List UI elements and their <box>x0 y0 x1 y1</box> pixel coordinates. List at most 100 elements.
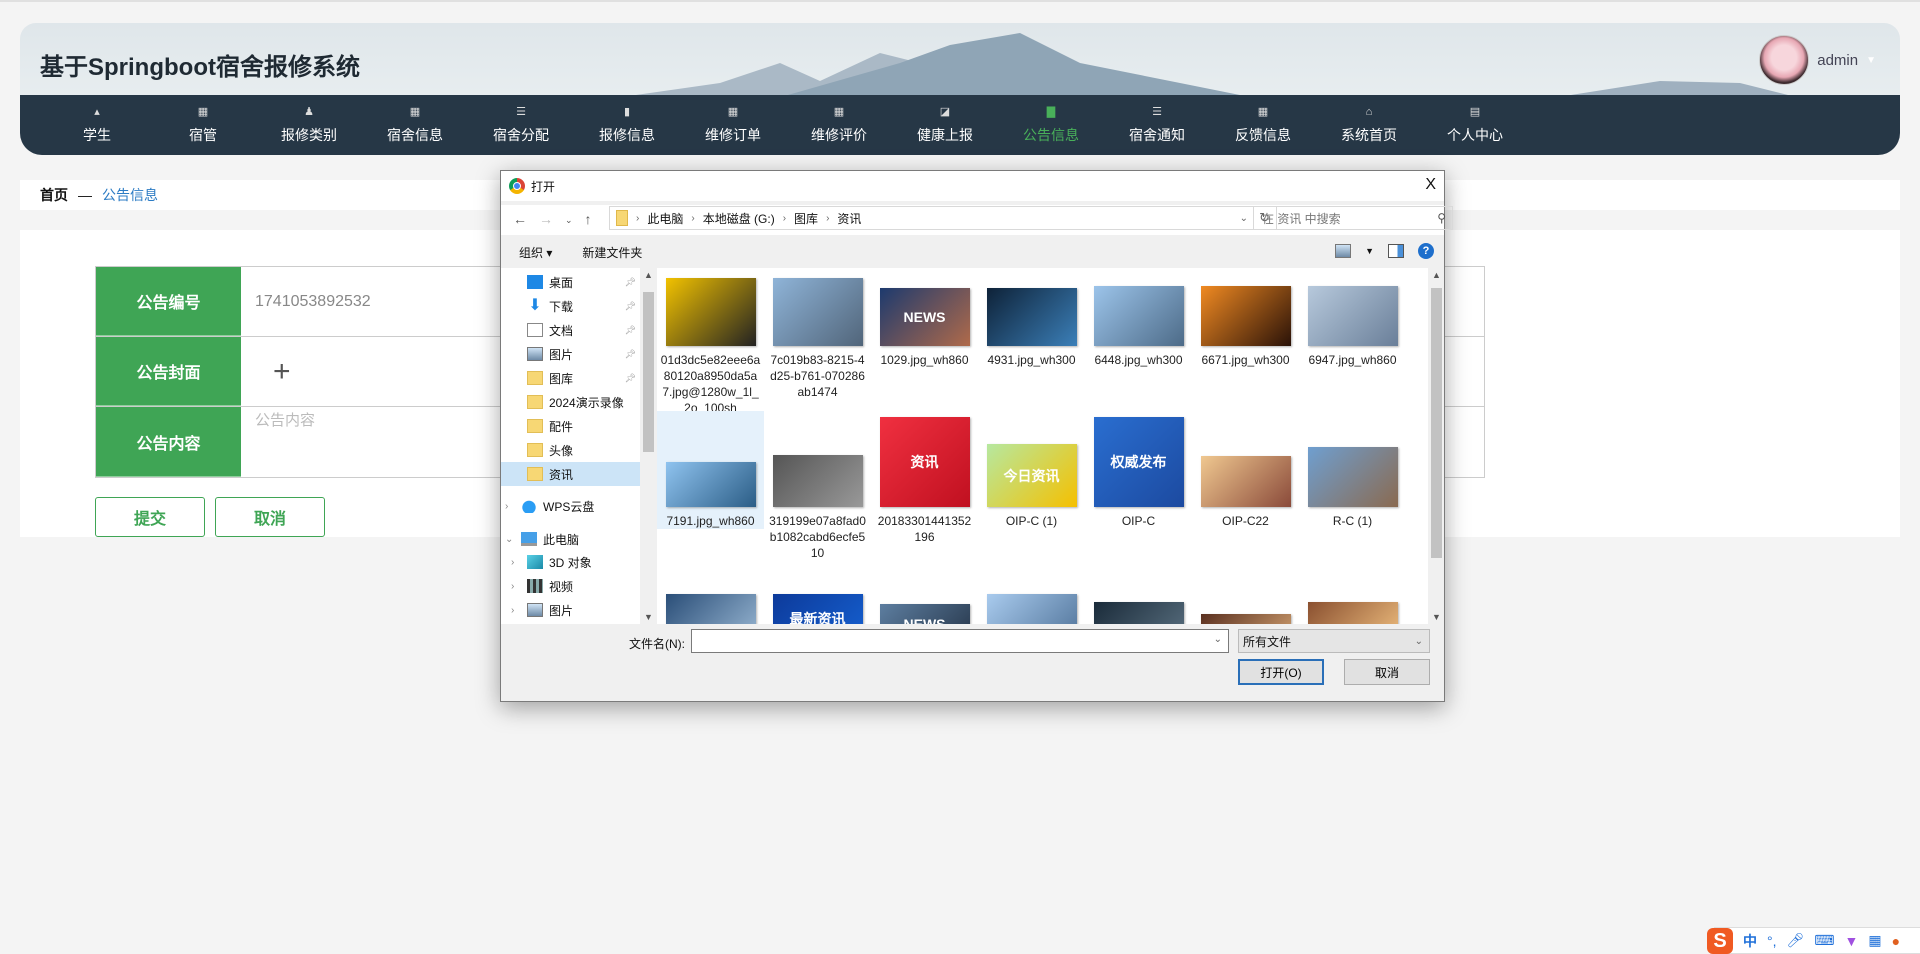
nav-item[interactable]: ⌂ 系统首页 <box>1316 95 1422 155</box>
help-icon[interactable]: ? <box>1418 243 1434 259</box>
new-folder-button[interactable]: 新建文件夹 <box>582 244 642 261</box>
tree-item[interactable]: 图库 📌︎ <box>501 366 640 390</box>
file-grid-scrollbar[interactable]: ▲ ▼ <box>1428 268 1444 624</box>
file-item[interactable] <box>1192 570 1299 624</box>
punctuation-icon[interactable]: °, <box>1767 933 1777 949</box>
tree-item[interactable]: › 3D 对象 <box>501 550 640 574</box>
skin-icon[interactable]: ▼ <box>1845 933 1859 949</box>
tree-item[interactable]: 资讯 <box>501 462 640 486</box>
file-item[interactable]: 最新资讯 <box>764 570 871 624</box>
recent-dropdown-icon[interactable]: ⌄ <box>565 211 573 229</box>
nav-item[interactable]: ☰ 宿舍通知 <box>1104 95 1210 155</box>
nav-item[interactable]: ▇ 公告信息 <box>998 95 1104 155</box>
nav-item[interactable]: ◪ 健康上报 <box>892 95 998 155</box>
file-item[interactable] <box>978 570 1085 624</box>
nav-item[interactable]: ▦ 宿管 <box>150 95 256 155</box>
chevron-down-icon[interactable]: ⌄ <box>1214 634 1222 645</box>
nav-item[interactable]: ▮ 报修信息 <box>574 95 680 155</box>
tree-item[interactable]: › 图片 <box>501 598 640 622</box>
tree-item[interactable]: 桌面 📌︎ <box>501 270 640 294</box>
file-item[interactable]: 7191.jpg_wh860 <box>657 411 764 529</box>
nav-item[interactable]: ▦ 维修订单 <box>680 95 786 155</box>
file-item[interactable]: 319199e07a8fad0b1082cabd6ecfe510 <box>764 411 871 561</box>
path-chevron-icon[interactable]: › <box>636 213 639 224</box>
file-item[interactable]: 今日资讯 OIP-C (1) <box>978 411 1085 561</box>
nav-item[interactable]: ☰ 宿舍分配 <box>468 95 574 155</box>
microphone-icon[interactable]: 🎤︎ <box>1787 932 1805 949</box>
tree-item[interactable]: 配件 <box>501 414 640 438</box>
expand-icon[interactable]: › <box>511 581 521 592</box>
expand-icon[interactable]: ⌄ <box>505 534 515 545</box>
search-icon[interactable]: ⚲ <box>1437 211 1446 225</box>
file-item[interactable]: 7c019b83-8215-4d25-b761-070286ab1474 <box>764 270 871 416</box>
tree-item[interactable]: 图片 📌︎ <box>501 342 640 366</box>
tree-item[interactable]: ⬇ 下载 📌︎ <box>501 294 640 318</box>
keyboard-icon[interactable]: ⌨ <box>1814 932 1834 949</box>
file-item[interactable] <box>1299 570 1406 624</box>
dialog-cancel-button[interactable]: 取消 <box>1344 659 1430 685</box>
file-item[interactable]: R-C (1) <box>1299 411 1406 561</box>
file-item[interactable]: 资讯 20183301441352196 <box>871 411 978 561</box>
tree-item[interactable]: 文档 📌︎ <box>501 318 640 342</box>
organize-button[interactable]: 组织 ▾ <box>519 244 552 261</box>
file-item[interactable]: 01d3dc5e82eee6a80120a8950da5a7.jpg@1280w… <box>657 270 764 416</box>
tree-item[interactable]: › 视频 <box>501 574 640 598</box>
tree-item[interactable]: 2024演示录像 <box>501 390 640 414</box>
file-item[interactable]: NEWS <box>871 570 978 624</box>
ime-mode[interactable]: 中 <box>1743 931 1757 951</box>
nav-item[interactable]: ▴ 学生 <box>44 95 150 155</box>
expand-icon[interactable]: › <box>511 605 521 616</box>
path-breadcrumb[interactable]: ⌄ ↻ › 此电脑 › 本地磁盘 (G:) › 图库 › 资讯 <box>609 206 1277 230</box>
cancel-button[interactable]: 取消 <box>215 497 325 537</box>
path-chevron-icon[interactable]: › <box>783 213 786 224</box>
expand-icon[interactable]: › <box>505 501 515 512</box>
username[interactable]: admin <box>1817 52 1858 69</box>
expand-icon[interactable]: › <box>511 557 521 568</box>
filetype-select[interactable]: 所有文件 ⌄ <box>1238 629 1430 653</box>
chevron-down-icon[interactable]: ⌄ <box>1240 213 1248 224</box>
file-item[interactable]: 4931.jpg_wh300 <box>978 270 1085 416</box>
user-menu[interactable]: admin ▼ <box>1759 35 1876 85</box>
file-item[interactable]: 6448.jpg_wh300 <box>1085 270 1192 416</box>
file-item[interactable]: NEWS 1029.jpg_wh860 <box>871 270 978 416</box>
nav-item[interactable]: ♟ 报修类别 <box>256 95 362 155</box>
upload-plus-icon[interactable]: + <box>273 355 291 389</box>
tree-item[interactable]: ⌄ 此电脑 <box>501 527 640 551</box>
path-segment[interactable]: 图库 <box>794 210 818 227</box>
path-segment[interactable]: 资讯 <box>837 210 861 227</box>
preview-pane-icon[interactable] <box>1388 244 1404 258</box>
file-item[interactable]: 6671.jpg_wh300 <box>1192 270 1299 416</box>
mascot-icon[interactable]: ● <box>1892 933 1900 949</box>
view-dropdown-icon[interactable]: ▼ <box>1365 246 1374 256</box>
file-item[interactable]: 6947.jpg_wh860 <box>1299 270 1406 416</box>
path-segment[interactable]: 本地磁盘 (G:) <box>703 210 775 227</box>
nav-pane-scrollbar[interactable]: ▲ ▼ <box>640 268 657 624</box>
up-arrow-icon[interactable]: ↑ <box>585 211 592 229</box>
submit-button[interactable]: 提交 <box>95 497 205 537</box>
search-input[interactable]: 在 资讯 中搜索 ⚲ <box>1253 206 1453 230</box>
nav-item[interactable]: ▦ 维修评价 <box>786 95 892 155</box>
back-arrow-icon[interactable]: ← <box>513 211 527 229</box>
file-item[interactable] <box>657 570 764 624</box>
path-segment[interactable]: 此电脑 <box>647 210 683 227</box>
tree-item[interactable]: › WPS云盘 <box>501 494 640 518</box>
nav-item[interactable]: ▦ 反馈信息 <box>1210 95 1316 155</box>
nav-item[interactable]: ▦ 宿舍信息 <box>362 95 468 155</box>
open-button[interactable]: 打开(O) <box>1238 659 1324 685</box>
nav-item[interactable]: ▤ 个人中心 <box>1422 95 1528 155</box>
path-chevron-icon[interactable]: › <box>691 213 694 224</box>
avatar[interactable] <box>1759 35 1810 85</box>
filename-input[interactable]: ⌄ <box>691 629 1229 653</box>
content-input[interactable]: 公告内容 <box>255 409 315 430</box>
sogou-logo-icon[interactable]: S <box>1707 927 1733 954</box>
toolbox-icon[interactable]: ▦ <box>1868 932 1881 949</box>
breadcrumb-home[interactable]: 首页 <box>40 185 68 205</box>
file-item[interactable] <box>1085 570 1192 624</box>
close-icon[interactable]: X <box>1425 176 1436 194</box>
path-chevron-icon[interactable]: › <box>826 213 829 224</box>
tree-item[interactable]: 头像 <box>501 438 640 462</box>
file-item[interactable]: 权威发布 OIP-C <box>1085 411 1192 561</box>
file-item[interactable]: OIP-C22 <box>1192 411 1299 561</box>
view-options-icon[interactable] <box>1335 244 1352 258</box>
caret-down-icon[interactable]: ▼ <box>1866 55 1876 66</box>
